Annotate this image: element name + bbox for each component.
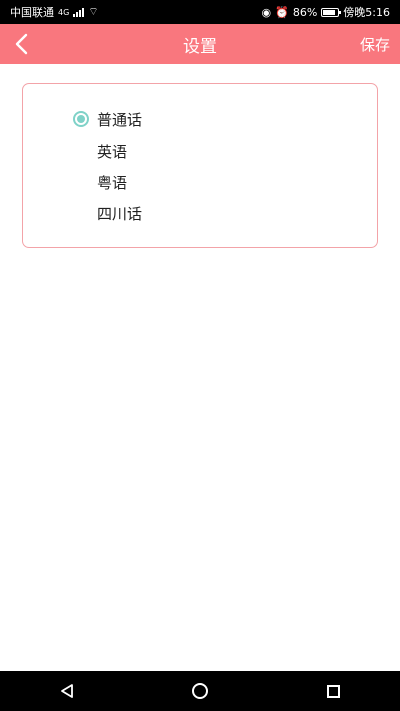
- status-bar: 中国联通 4G ⌔ ◉ ⏰ 86% 傍晚5:16: [0, 0, 400, 24]
- option-english[interactable]: 英语: [73, 138, 127, 164]
- option-mandarin[interactable]: 普通话: [73, 106, 142, 132]
- recents-square-icon: [326, 684, 340, 698]
- option-sichuanese[interactable]: 四川话: [73, 200, 142, 226]
- save-button[interactable]: 保存: [360, 34, 390, 55]
- carrier-label: 中国联通: [10, 6, 54, 19]
- radio-unselected-icon[interactable]: [73, 143, 89, 159]
- option-label: 普通话: [97, 110, 143, 129]
- system-nav-bar: [0, 671, 400, 711]
- signal-icon: [73, 7, 85, 17]
- status-left: 中国联通 4G ⌔: [10, 4, 99, 20]
- battery-icon: [321, 7, 342, 17]
- chevron-left-icon: [15, 33, 28, 55]
- radio-unselected-icon[interactable]: [73, 205, 89, 221]
- home-circle-icon: [191, 683, 208, 699]
- option-label: 粤语: [97, 173, 128, 192]
- wifi-icon: ⌔: [88, 5, 99, 18]
- radio-unselected-icon[interactable]: [73, 174, 89, 190]
- status-right: ◉ ⏰ 86% 傍晚5:16: [262, 4, 390, 20]
- back-nav-button[interactable]: [52, 676, 82, 706]
- language-options-card: 普通话 英语 粤语 四川话: [22, 83, 378, 248]
- radio-selected-icon[interactable]: [73, 111, 89, 127]
- alarm-icon: ⏰: [275, 5, 289, 19]
- option-label: 四川话: [97, 204, 143, 223]
- network-type-label: 4G: [58, 7, 70, 17]
- option-cantonese[interactable]: 粤语: [73, 169, 127, 195]
- recents-nav-button[interactable]: [318, 676, 348, 706]
- option-label: 英语: [97, 142, 128, 161]
- app-bar: 设置 保存: [0, 24, 400, 64]
- page-title: 设置: [183, 36, 217, 57]
- back-button[interactable]: [6, 24, 36, 64]
- triangle-back-icon: [60, 684, 73, 698]
- clock: 傍晚5:16: [343, 6, 390, 19]
- battery-percent: 86%: [292, 5, 318, 19]
- eye-icon: ◉: [261, 5, 272, 19]
- home-nav-button[interactable]: [185, 676, 215, 706]
